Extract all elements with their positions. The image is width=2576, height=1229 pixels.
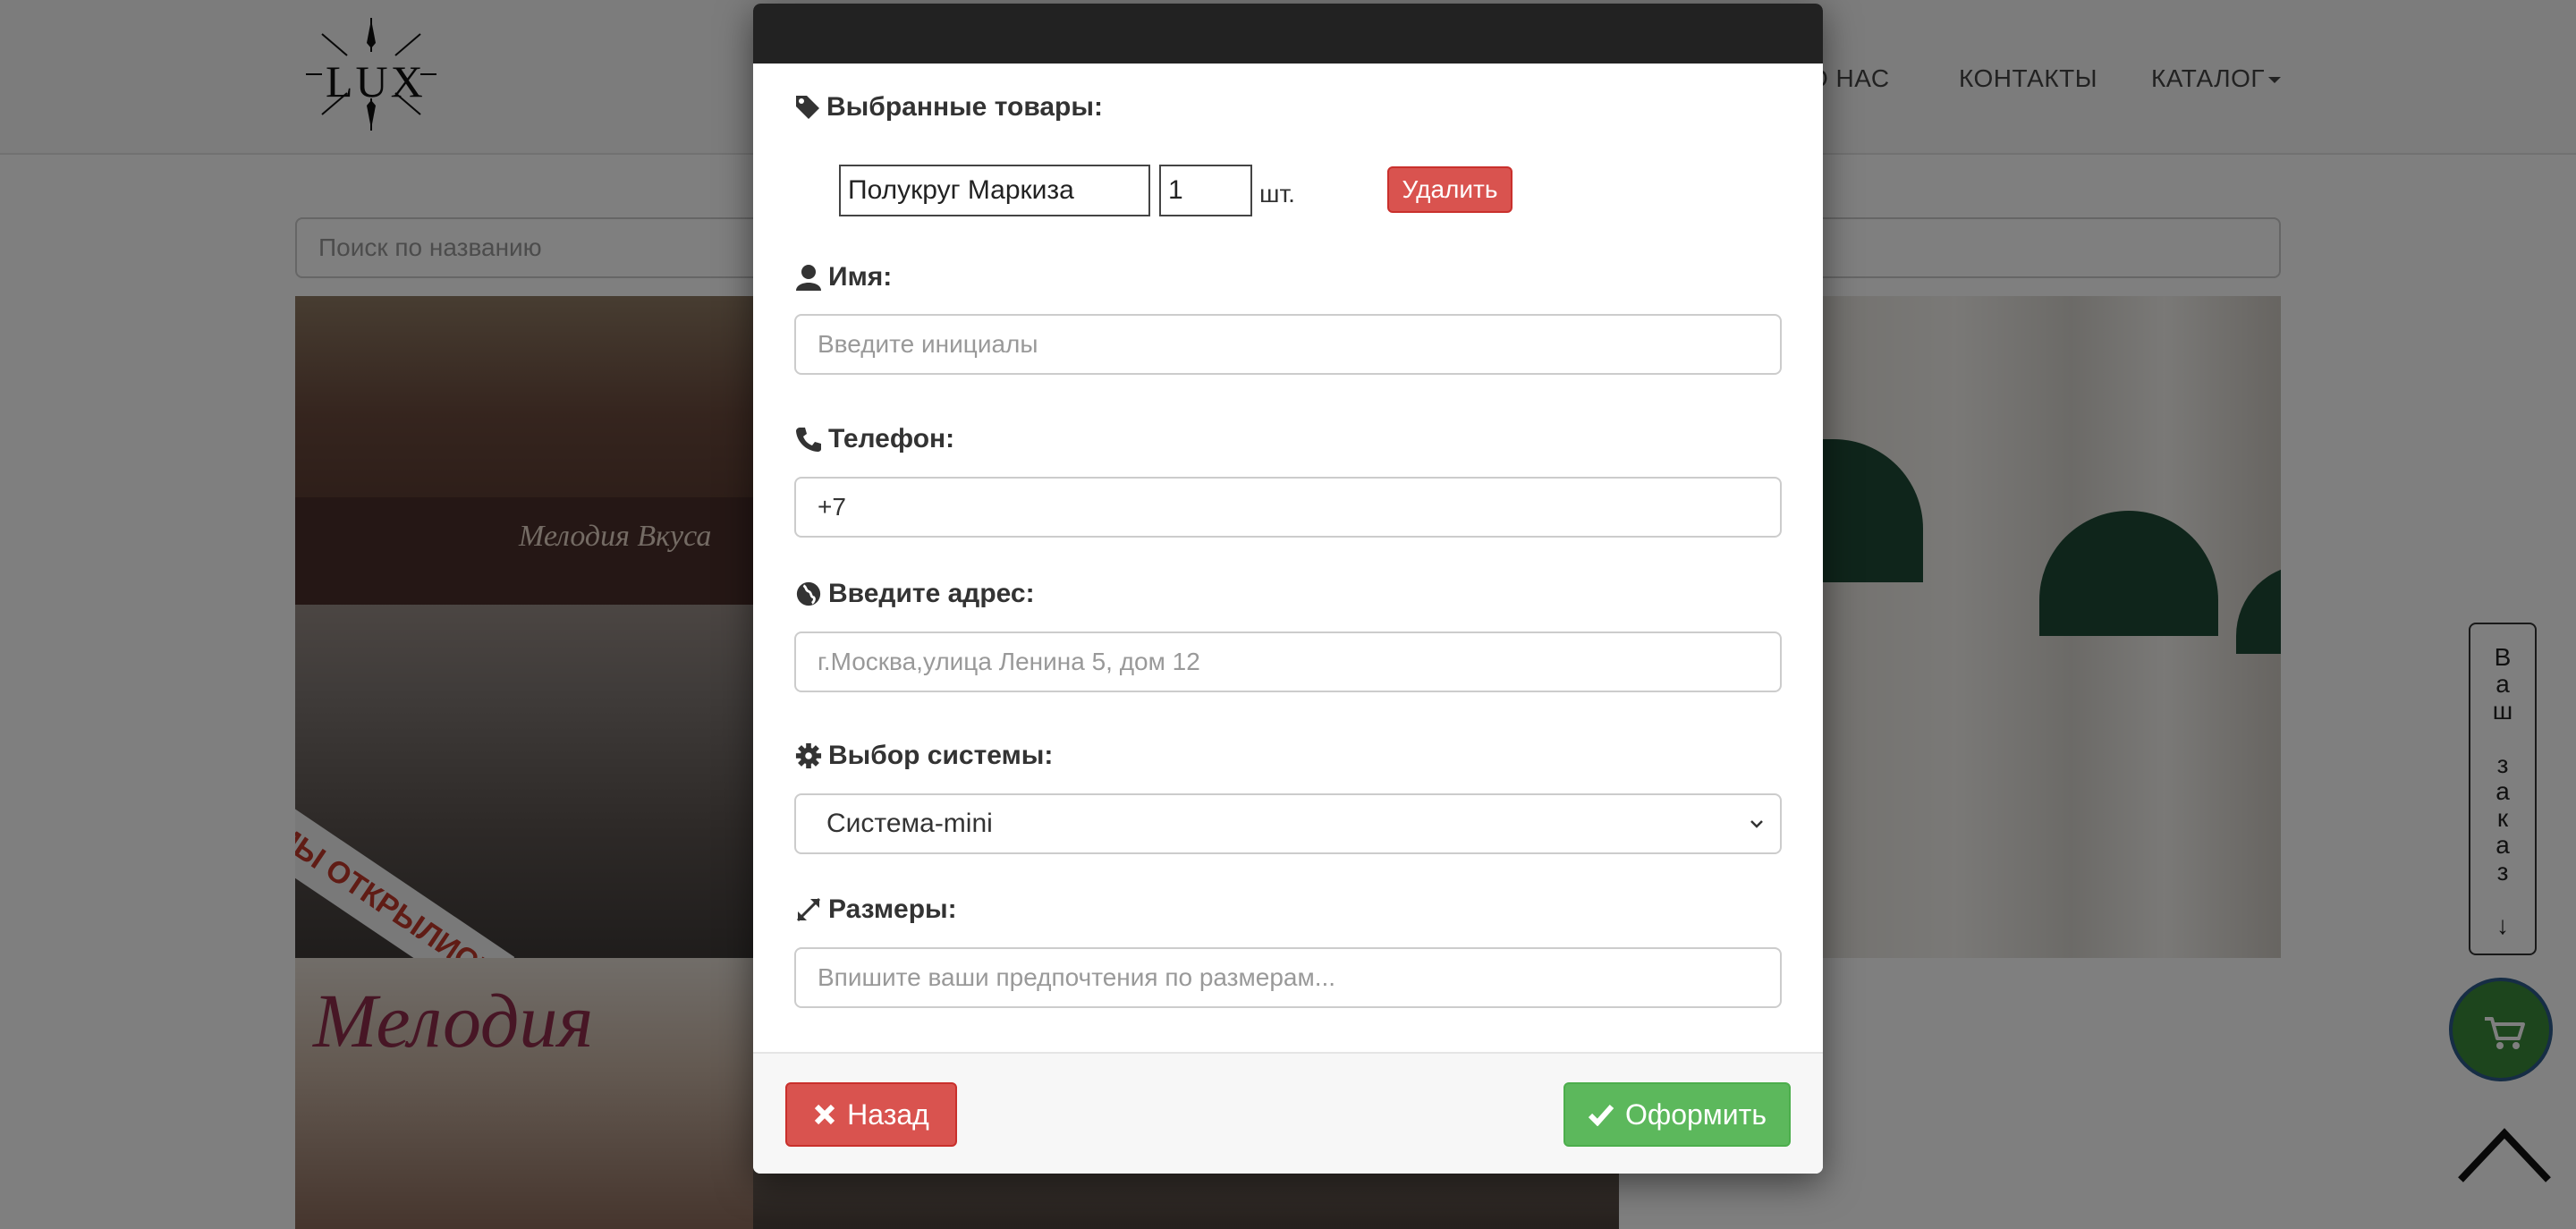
delete-product-button[interactable]: Удалить <box>1387 166 1513 213</box>
tag-icon <box>796 96 819 119</box>
back-button-label: Назад <box>847 1098 929 1131</box>
address-label-text: Введите адрес: <box>828 579 1035 608</box>
system-select[interactable]: Система-mini <box>794 793 1782 854</box>
address-label: Введите адрес: <box>794 579 1035 609</box>
checkmark-icon <box>1588 1105 1614 1126</box>
submit-order-button[interactable]: Оформить <box>1563 1082 1791 1147</box>
modal-body: Выбранные товары: Полукруг Маркиза 1 шт.… <box>753 64 1823 1054</box>
name-label: Имя: <box>794 262 892 292</box>
back-button[interactable]: Назад <box>785 1082 957 1147</box>
system-label-text: Выбор системы: <box>828 741 1054 770</box>
modal-header <box>753 4 1823 64</box>
selected-products-label: Выбранные товары: <box>794 92 1103 123</box>
submit-order-button-label: Оформить <box>1624 1098 1767 1131</box>
address-field[interactable]: г.Москва,улица Ленина 5, дом 12 <box>794 631 1782 692</box>
resize-icon <box>796 897 821 922</box>
name-label-text: Имя: <box>828 262 893 292</box>
globe-icon <box>796 581 821 606</box>
system-label: Выбор системы: <box>794 741 1053 771</box>
sizes-label: Размеры: <box>794 894 957 925</box>
modal-footer: Назад Оформить <box>753 1052 1823 1174</box>
sizes-field[interactable]: Впишите ваши предпочтения по размерам... <box>794 947 1782 1008</box>
chevron-down-icon <box>1750 820 1763 828</box>
name-field[interactable]: Введите инициалы <box>794 314 1782 375</box>
system-select-value: Система-mini <box>826 809 993 838</box>
product-name-input[interactable]: Полукруг Маркиза <box>839 165 1150 216</box>
order-modal: Выбранные товары: Полукруг Маркиза 1 шт.… <box>753 4 1823 1174</box>
phone-field[interactable]: +7 <box>794 477 1782 538</box>
close-icon <box>815 1104 835 1125</box>
quantity-unit: шт. <box>1259 180 1295 208</box>
phone-label-text: Телефон: <box>828 424 955 453</box>
user-icon <box>796 265 821 291</box>
gear-icon <box>795 742 822 769</box>
phone-label: Телефон: <box>794 424 954 454</box>
sizes-label-text: Размеры: <box>828 894 957 924</box>
phone-icon <box>796 428 821 452</box>
product-quantity-input[interactable]: 1 <box>1159 165 1252 216</box>
selected-products-label-text: Выбранные товары: <box>826 92 1103 122</box>
